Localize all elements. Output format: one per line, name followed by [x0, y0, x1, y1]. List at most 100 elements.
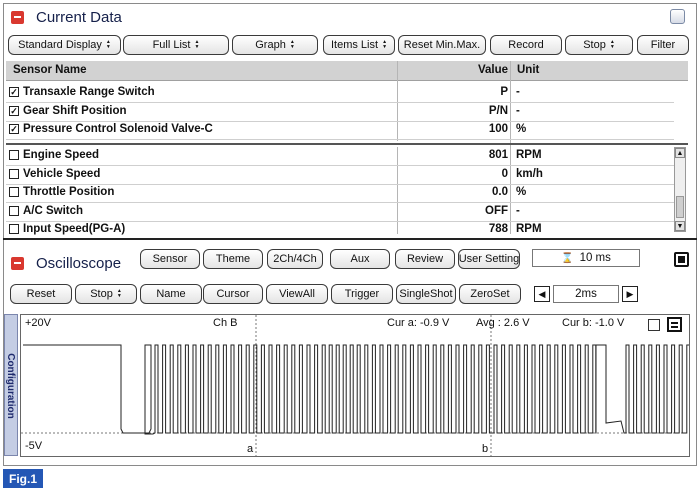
cursor-button-label: Cursor [216, 288, 250, 300]
table-row[interactable]: ✓ Pressure Control Solenoid Valve-C 100% [6, 121, 676, 139]
viewall-button[interactable]: ViewAll [266, 284, 328, 304]
oscilloscope-plot[interactable]: +20V -5V Ch B Cur a: -0.9 V Avg : 2.6 V … [20, 314, 690, 457]
record-button[interactable]: Record [490, 35, 562, 55]
timebase-display: 2ms [553, 285, 619, 303]
dropdown-arrows-icon: ▲ ▼ [289, 39, 295, 50]
sensor-unit: km/h [516, 167, 543, 180]
2ch-4ch-button[interactable]: 2Ch/4Ch [267, 249, 323, 269]
timebase-value: 2ms [575, 288, 597, 300]
dropdown-arrows-icon: ▲ ▼ [609, 39, 615, 50]
stop-button[interactable]: Stop ▲ ▼ [565, 35, 633, 55]
sensor-button[interactable]: Sensor [140, 249, 200, 269]
items-list-button[interactable]: Items List ▲ ▼ [323, 35, 395, 55]
table-row[interactable]: ✓ Gear Shift Position P/N - [6, 103, 676, 121]
dropdown-arrows-icon: ▲ ▼ [194, 39, 200, 50]
stop-button[interactable]: Stop ▲ ▼ [75, 284, 137, 304]
configuration-tab[interactable]: Configuration [4, 314, 18, 456]
stop-button-label: Stop [90, 288, 113, 300]
stop-square-icon[interactable] [674, 252, 689, 267]
sensor-unit: % [516, 186, 527, 198]
row-checkbox[interactable] [9, 224, 19, 234]
waveform-trace [23, 344, 689, 435]
sensor-name: Engine Speed [23, 149, 100, 161]
sensor-name: Input Speed(PG-A) [23, 223, 126, 235]
configuration-tab-label: Configuration [5, 353, 16, 419]
reset-button[interactable]: Reset [10, 284, 72, 304]
row-checkbox[interactable] [9, 205, 19, 216]
name-button-label: Name [156, 288, 186, 300]
sensor-name: A/C Switch [23, 204, 84, 217]
trigger-button-label: Trigger [344, 288, 380, 300]
table-row[interactable]: A/C Switch OFF - [6, 203, 676, 221]
sensor-name: Gear Shift Position [23, 104, 127, 117]
row-checkbox[interactable]: ✓ [9, 124, 19, 134]
y-axis-top-label: +20V [25, 317, 51, 329]
reset-min-max-button[interactable]: Reset Min.Max. [398, 35, 486, 55]
average-readout: Avg : 2.6 V [476, 317, 530, 329]
sensor-list-scrollbar[interactable]: ▲ ▼ [674, 147, 686, 232]
sensor-unit: RPM [516, 223, 542, 235]
timebase-prev-icon[interactable]: ◀ [534, 286, 550, 302]
graph-button[interactable]: Graph ▲ ▼ [232, 35, 318, 55]
restore-window-icon[interactable] [670, 9, 685, 24]
table-row[interactable]: ✓ Transaxle Range Switch P - [6, 84, 676, 102]
review-button[interactable]: Review [395, 249, 455, 269]
singleshot-button[interactable]: SingleShot [396, 284, 456, 304]
sensor-unit: - [516, 204, 520, 217]
oscilloscope-header: Oscilloscope [3, 251, 123, 275]
scroll-up-icon[interactable]: ▲ [675, 148, 685, 158]
name-button[interactable]: Name [140, 284, 202, 304]
theme-button[interactable]: Theme [203, 249, 263, 269]
sensor-name: Transaxle Range Switch [23, 86, 155, 98]
stop-button-label: Stop [583, 39, 606, 51]
collapse-icon[interactable] [11, 10, 24, 24]
row-checkbox[interactable]: ✓ [9, 105, 19, 116]
sensor-name: Pressure Control Solenoid Valve-C [23, 123, 213, 135]
waveform-canvas [21, 315, 689, 456]
table-header: Sensor Name Value Unit [6, 61, 688, 81]
table-row[interactable]: Throttle Position 0.0% [6, 184, 676, 202]
dropdown-arrows-icon: ▲ ▼ [116, 288, 122, 299]
sensor-value: P/N [488, 104, 508, 117]
timebase-next-icon[interactable]: ▶ [622, 286, 638, 302]
list-divider [6, 143, 688, 145]
table-row[interactable]: Engine Speed 801 RPM [6, 147, 676, 165]
table-row[interactable]: Vehicle Speed 0 km/h [6, 166, 676, 184]
row-checkbox[interactable] [9, 150, 19, 160]
table-row[interactable]: Input Speed(PG-A) 788 RPM [6, 221, 676, 239]
aux-button-label: Aux [350, 253, 370, 265]
figure-label: Fig.1 [3, 469, 43, 488]
row-checkbox[interactable]: ✓ [9, 87, 19, 97]
cursor-b-marker[interactable]: b [482, 443, 488, 455]
channel-menu-icon[interactable] [667, 317, 682, 332]
reset-button-label: Reset [26, 288, 56, 300]
standard-display-button[interactable]: Standard Display ▲ ▼ [8, 35, 121, 55]
row-checkbox[interactable] [9, 187, 19, 197]
collapse-icon[interactable] [11, 256, 24, 270]
user-setting-button[interactable]: User Setting [458, 249, 520, 269]
aux-button[interactable]: Aux [330, 249, 390, 269]
trigger-button[interactable]: Trigger [331, 284, 393, 304]
review-button-label: Review [406, 253, 444, 265]
sensor-unit: RPM [516, 149, 542, 161]
sensor-name: Throttle Position [23, 186, 115, 198]
cursor-a-marker[interactable]: a [247, 443, 253, 455]
sensor-value: 0 [501, 167, 508, 180]
column-sensor-name: Sensor Name [13, 64, 87, 76]
oscilloscope-title: Oscilloscope [36, 254, 122, 272]
cursor-button[interactable]: Cursor [203, 284, 263, 304]
row-checkbox[interactable] [9, 168, 19, 179]
full-list-button[interactable]: Full List ▲ ▼ [123, 35, 229, 55]
scroll-down-icon[interactable]: ▼ [675, 221, 685, 231]
scroll-thumb[interactable] [676, 196, 684, 218]
graph-button-label: Graph [255, 39, 286, 51]
y-axis-bottom-label: -5V [25, 440, 43, 452]
panel-divider [3, 238, 697, 240]
singleshot-button-label: SingleShot [399, 288, 453, 300]
sensor-unit: - [516, 86, 520, 98]
zeroset-button[interactable]: ZeroSet [459, 284, 521, 304]
dropdown-arrows-icon: ▲ ▼ [105, 39, 111, 50]
reset-min-max-button-label: Reset Min.Max. [403, 39, 481, 51]
legend-checkbox[interactable] [648, 319, 660, 331]
filter-button[interactable]: Filter [637, 35, 689, 55]
